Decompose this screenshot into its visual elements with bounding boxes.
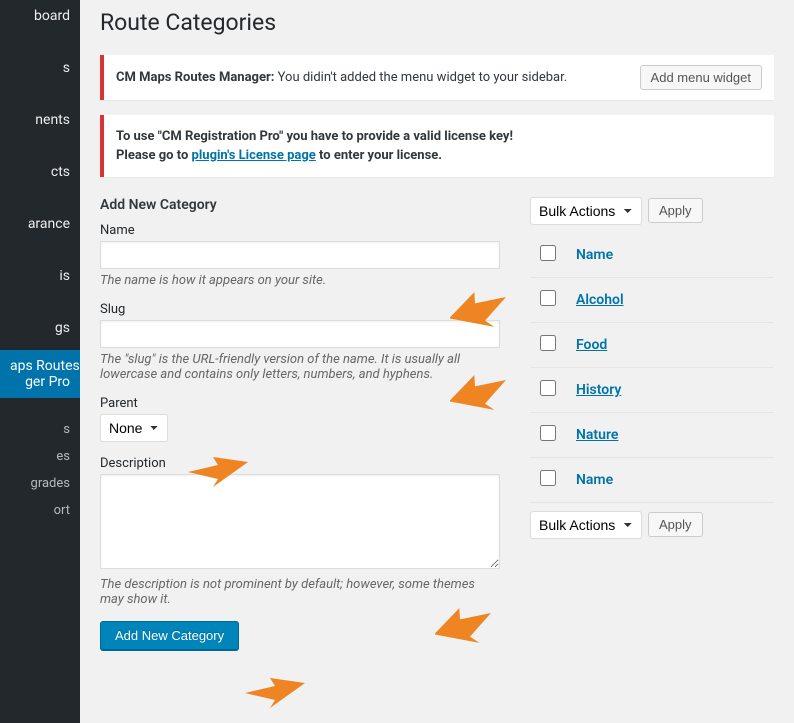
description-label: Description [100,456,500,471]
category-link[interactable]: Nature [576,427,618,443]
table-row: Alcohol [530,277,774,322]
table-row: Food [530,322,774,367]
sidebar-subitem[interactable]: s [0,416,80,443]
row-checkbox[interactable] [540,290,556,306]
notice-text: You didin't added the menu widget to you… [278,70,568,85]
category-link[interactable]: History [576,382,621,398]
annotation-arrow-icon [245,678,305,708]
admin-sidebar: board s nents cts arance is gs aps Route… [0,0,80,723]
name-desc: The name is how it appears on your site. [100,273,500,288]
parent-select[interactable]: None [100,414,168,442]
row-checkbox[interactable] [540,335,556,351]
license-page-link[interactable]: plugin's License page [192,148,316,163]
bulk-actions-select[interactable]: Bulk Actions [530,197,642,225]
name-input[interactable] [100,241,500,269]
sidebar-item-active[interactable]: aps Routes ger Pro [0,350,80,398]
bulk-actions-select[interactable]: Bulk Actions [530,511,642,539]
sidebar-item[interactable]: cts [0,156,80,188]
row-checkbox[interactable] [540,380,556,396]
sidebar-item[interactable]: is [0,260,80,292]
sidebar-item[interactable]: s [0,52,80,84]
table-row: History [530,367,774,412]
notice-text: To use "CM Registration Pro" you have to… [116,129,513,144]
notice-prefix: CM Maps Routes Manager: [116,70,274,85]
sidebar-item[interactable]: gs [0,312,80,344]
sidebar-item[interactable]: nents [0,104,80,136]
add-menu-widget-button[interactable]: Add menu widget [640,65,762,90]
row-checkbox[interactable] [540,425,556,441]
apply-button[interactable]: Apply [648,512,703,537]
slug-input[interactable] [100,320,500,348]
sidebar-item[interactable]: board [0,0,80,32]
description-desc: The description is not prominent by defa… [100,577,500,607]
sidebar-subitem[interactable]: es [0,443,80,470]
description-textarea[interactable] [100,474,500,569]
slug-desc: The "slug" is the URL-friendly version o… [100,352,500,382]
parent-label: Parent [100,396,500,411]
notice-widget: CM Maps Routes Manager: You didin't adde… [100,55,774,100]
add-category-button[interactable]: Add New Category [100,621,239,650]
sidebar-item-label: aps Routes [10,358,80,374]
apply-button[interactable]: Apply [648,198,703,223]
category-link[interactable]: Food [576,337,607,353]
column-footer-name[interactable]: Name [576,472,613,488]
sidebar-subitem[interactable]: grades [0,470,80,497]
select-all-checkbox[interactable] [540,245,556,261]
add-category-form: Add New Category Name The name is how it… [100,197,500,650]
table-row: Nature [530,412,774,457]
name-label: Name [100,223,500,238]
form-heading: Add New Category [100,197,500,213]
notice-license: To use "CM Registration Pro" you have to… [100,115,774,177]
sidebar-item-label: ger Pro [25,374,70,390]
category-link[interactable]: Alcohol [576,292,624,308]
sidebar-item[interactable]: arance [0,208,80,240]
notice-text: Please go to [116,148,192,163]
sidebar-subitem[interactable]: ort [0,497,80,524]
slug-label: Slug [100,302,500,317]
column-header-name[interactable]: Name [576,247,613,263]
page-title: Route Categories [100,0,774,40]
notice-text: to enter your license. [316,148,442,163]
select-all-checkbox[interactable] [540,470,556,486]
category-list: Bulk Actions Apply Name Alcohol [530,197,774,650]
